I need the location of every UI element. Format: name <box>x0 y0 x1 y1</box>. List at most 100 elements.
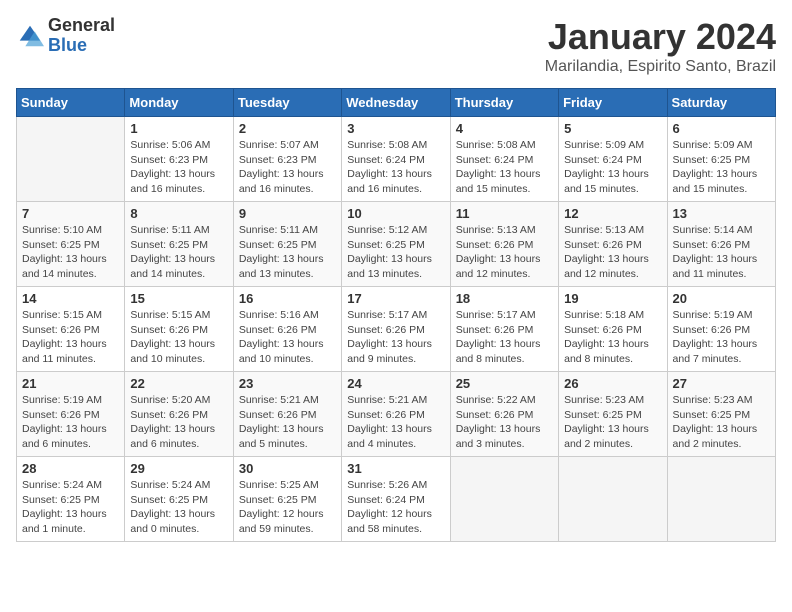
day-info: Sunrise: 5:15 AMSunset: 6:26 PMDaylight:… <box>130 308 227 367</box>
day-info: Sunrise: 5:16 AMSunset: 6:26 PMDaylight:… <box>239 308 336 367</box>
day-number: 9 <box>239 206 336 221</box>
calendar-cell: 13Sunrise: 5:14 AMSunset: 6:26 PMDayligh… <box>667 202 775 287</box>
weekday-header: Sunday <box>17 89 125 117</box>
weekday-header: Tuesday <box>233 89 341 117</box>
calendar-week-row: 1Sunrise: 5:06 AMSunset: 6:23 PMDaylight… <box>17 117 776 202</box>
logo-icon <box>16 22 44 50</box>
calendar-cell: 2 Sunrise: 5:07 AMSunset: 6:23 PMDaylight… <box>233 117 341 202</box>
day-number: 22 <box>130 376 227 391</box>
calendar-cell: 7 Sunrise: 5:10 AMSunset: 6:25 PMDaylight… <box>17 202 125 287</box>
calendar-cell <box>17 117 125 202</box>
day-number: 25 <box>456 376 553 391</box>
day-info: Sunrise: 5:09 AMSunset: 6:25 PMDaylight:… <box>673 138 770 197</box>
day-info: Sunrise: 5:21 AMSunset: 6:26 PMDaylight:… <box>239 393 336 452</box>
day-info: Sunrise: 5:11 AMSunset: 6:25 PMDaylight:… <box>239 223 336 282</box>
day-number: 10 <box>347 206 444 221</box>
weekday-header: Saturday <box>667 89 775 117</box>
day-info: Sunrise: 5:09 AMSunset: 6:24 PMDaylight:… <box>564 138 661 197</box>
day-info: Sunrise: 5:10 AMSunset: 6:25 PMDaylight:… <box>22 223 119 282</box>
day-info: Sunrise: 5:15 AMSunset: 6:26 PMDaylight:… <box>22 308 119 367</box>
day-number: 21 <box>22 376 119 391</box>
title-block: January 2024 Marilandia, Espirito Santo,… <box>545 16 776 76</box>
calendar-cell: 15 Sunrise: 5:15 AMSunset: 6:26 PMDayligh… <box>125 287 233 372</box>
day-number: 13 <box>673 206 770 221</box>
calendar-cell: 24Sunrise: 5:21 AMSunset: 6:26 PMDayligh… <box>342 372 450 457</box>
day-info: Sunrise: 5:17 AMSunset: 6:26 PMDaylight:… <box>347 308 444 367</box>
calendar-cell: 8 Sunrise: 5:11 AMSunset: 6:25 PMDaylight… <box>125 202 233 287</box>
day-info: Sunrise: 5:11 AMSunset: 6:25 PMDaylight:… <box>130 223 227 282</box>
calendar-cell <box>450 457 558 542</box>
calendar-cell: 31 Sunrise: 5:26 AMSunset: 6:24 PMDayligh… <box>342 457 450 542</box>
calendar-cell: 22 Sunrise: 5:20 AMSunset: 6:26 PMDayligh… <box>125 372 233 457</box>
weekday-header: Monday <box>125 89 233 117</box>
day-number: 2 <box>239 121 336 136</box>
day-info: Sunrise: 5:26 AMSunset: 6:24 PMDaylight:… <box>347 478 444 537</box>
day-number: 11 <box>456 206 553 221</box>
calendar-cell: 18Sunrise: 5:17 AMSunset: 6:26 PMDayligh… <box>450 287 558 372</box>
day-info: Sunrise: 5:25 AMSunset: 6:25 PMDaylight:… <box>239 478 336 537</box>
day-info: Sunrise: 5:07 AMSunset: 6:23 PMDaylight:… <box>239 138 336 197</box>
day-info: Sunrise: 5:21 AMSunset: 6:26 PMDaylight:… <box>347 393 444 452</box>
calendar-cell: 30 Sunrise: 5:25 AMSunset: 6:25 PMDayligh… <box>233 457 341 542</box>
calendar-cell: 10 Sunrise: 5:12 AMSunset: 6:25 PMDayligh… <box>342 202 450 287</box>
day-number: 31 <box>347 461 444 476</box>
day-info: Sunrise: 5:13 AMSunset: 6:26 PMDaylight:… <box>564 223 661 282</box>
calendar-cell <box>559 457 667 542</box>
day-info: Sunrise: 5:19 AMSunset: 6:26 PMDaylight:… <box>22 393 119 452</box>
day-info: Sunrise: 5:08 AMSunset: 6:24 PMDaylight:… <box>456 138 553 197</box>
calendar-cell: 16 Sunrise: 5:16 AMSunset: 6:26 PMDayligh… <box>233 287 341 372</box>
day-number: 4 <box>456 121 553 136</box>
day-number: 15 <box>130 291 227 306</box>
calendar-week-row: 14Sunrise: 5:15 AMSunset: 6:26 PMDayligh… <box>17 287 776 372</box>
day-info: Sunrise: 5:24 AMSunset: 6:25 PMDaylight:… <box>22 478 119 537</box>
day-info: Sunrise: 5:20 AMSunset: 6:26 PMDaylight:… <box>130 393 227 452</box>
day-info: Sunrise: 5:23 AMSunset: 6:25 PMDaylight:… <box>673 393 770 452</box>
calendar-cell: 1Sunrise: 5:06 AMSunset: 6:23 PMDaylight… <box>125 117 233 202</box>
day-number: 23 <box>239 376 336 391</box>
calendar-cell: 3 Sunrise: 5:08 AMSunset: 6:24 PMDaylight… <box>342 117 450 202</box>
calendar-week-row: 28 Sunrise: 5:24 AMSunset: 6:25 PMDayligh… <box>17 457 776 542</box>
day-info: Sunrise: 5:12 AMSunset: 6:25 PMDaylight:… <box>347 223 444 282</box>
calendar-cell: 6 Sunrise: 5:09 AMSunset: 6:25 PMDaylight… <box>667 117 775 202</box>
calendar-cell: 28 Sunrise: 5:24 AMSunset: 6:25 PMDayligh… <box>17 457 125 542</box>
day-info: Sunrise: 5:24 AMSunset: 6:25 PMDaylight:… <box>130 478 227 537</box>
day-number: 5 <box>564 121 661 136</box>
day-number: 12 <box>564 206 661 221</box>
day-info: Sunrise: 5:06 AMSunset: 6:23 PMDaylight:… <box>130 138 227 197</box>
day-number: 26 <box>564 376 661 391</box>
day-number: 29 <box>130 461 227 476</box>
day-number: 20 <box>673 291 770 306</box>
day-number: 7 <box>22 206 119 221</box>
day-number: 17 <box>347 291 444 306</box>
logo: General Blue <box>16 16 115 56</box>
calendar-cell: 12 Sunrise: 5:13 AMSunset: 6:26 PMDayligh… <box>559 202 667 287</box>
calendar-cell: 19Sunrise: 5:18 AMSunset: 6:26 PMDayligh… <box>559 287 667 372</box>
calendar-cell: 25 Sunrise: 5:22 AMSunset: 6:26 PMDayligh… <box>450 372 558 457</box>
day-number: 28 <box>22 461 119 476</box>
calendar-title: January 2024 <box>545 16 776 58</box>
day-number: 16 <box>239 291 336 306</box>
calendar-cell: 11Sunrise: 5:13 AMSunset: 6:26 PMDayligh… <box>450 202 558 287</box>
day-number: 3 <box>347 121 444 136</box>
day-number: 6 <box>673 121 770 136</box>
weekday-header: Thursday <box>450 89 558 117</box>
calendar-cell: 9 Sunrise: 5:11 AMSunset: 6:25 PMDaylight… <box>233 202 341 287</box>
calendar-subtitle: Marilandia, Espirito Santo, Brazil <box>545 58 776 76</box>
calendar-cell: 27 Sunrise: 5:23 AMSunset: 6:25 PMDayligh… <box>667 372 775 457</box>
weekday-header: Wednesday <box>342 89 450 117</box>
day-info: Sunrise: 5:23 AMSunset: 6:25 PMDaylight:… <box>564 393 661 452</box>
weekday-header: Friday <box>559 89 667 117</box>
calendar-cell: 29 Sunrise: 5:24 AMSunset: 6:25 PMDayligh… <box>125 457 233 542</box>
day-number: 8 <box>130 206 227 221</box>
calendar-cell: 5 Sunrise: 5:09 AMSunset: 6:24 PMDaylight… <box>559 117 667 202</box>
day-info: Sunrise: 5:08 AMSunset: 6:24 PMDaylight:… <box>347 138 444 197</box>
day-number: 30 <box>239 461 336 476</box>
day-number: 27 <box>673 376 770 391</box>
calendar-week-row: 21 Sunrise: 5:19 AMSunset: 6:26 PMDayligh… <box>17 372 776 457</box>
logo-blue: Blue <box>48 36 115 56</box>
calendar-cell <box>667 457 775 542</box>
day-info: Sunrise: 5:22 AMSunset: 6:26 PMDaylight:… <box>456 393 553 452</box>
day-number: 18 <box>456 291 553 306</box>
day-info: Sunrise: 5:19 AMSunset: 6:26 PMDaylight:… <box>673 308 770 367</box>
calendar-cell: 26 Sunrise: 5:23 AMSunset: 6:25 PMDayligh… <box>559 372 667 457</box>
